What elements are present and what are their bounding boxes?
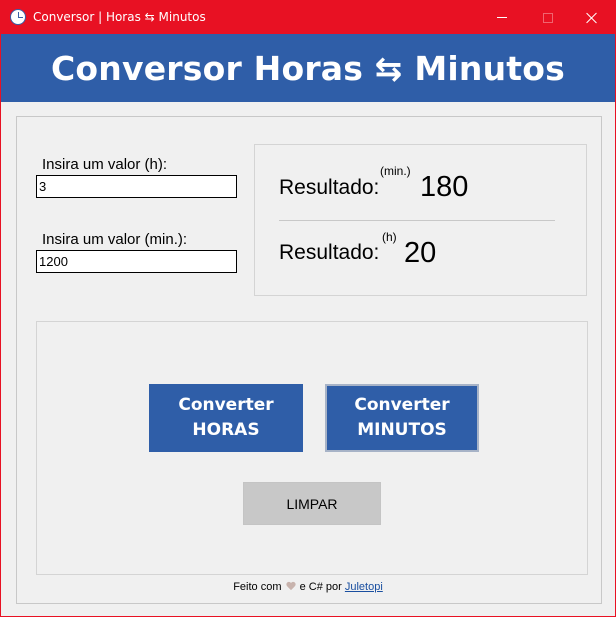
- title-bar[interactable]: Conversor | Horas ⇆ Minutos: [1, 1, 615, 34]
- minutes-result-unit: (min.): [380, 164, 411, 178]
- header-banner: Conversor Horas ⇆ Minutos: [1, 34, 615, 102]
- convert-hours-line2: HORAS: [192, 420, 260, 440]
- minutes-input[interactable]: [36, 250, 237, 273]
- window-title: Conversor | Horas ⇆ Minutos: [33, 10, 206, 24]
- minutes-result-value: 180: [420, 171, 469, 203]
- author-link[interactable]: Juletopi: [345, 581, 383, 593]
- footer: Feito com e C# por Juletopi: [1, 581, 615, 593]
- footer-text-before: Feito com: [233, 581, 282, 593]
- minutes-result-label: Resultado:: [279, 176, 380, 199]
- heart-icon: [286, 582, 296, 591]
- hours-result-value: 20: [404, 237, 437, 269]
- minutes-input-label: Insira um valor (min.):: [42, 231, 188, 248]
- app-window: Conversor | Horas ⇆ Minutos Conversor Ho…: [0, 0, 616, 617]
- close-icon: [586, 12, 598, 24]
- hours-input-label: Insira um valor (h):: [42, 156, 168, 173]
- page-title: Conversor Horas ⇆ Minutos: [51, 48, 565, 88]
- close-button[interactable]: [569, 1, 615, 34]
- convert-hours-button[interactable]: Converter HORAS: [149, 384, 303, 452]
- minimize-button[interactable]: [479, 1, 525, 34]
- convert-minutes-button[interactable]: Converter MINUTOS: [325, 384, 479, 452]
- button-panel: [36, 321, 588, 575]
- hours-result-label: Resultado:: [279, 241, 380, 264]
- maximize-icon: [543, 12, 553, 23]
- minimize-icon: [497, 17, 507, 18]
- convert-minutes-line2: MINUTOS: [357, 420, 447, 440]
- clear-button[interactable]: LIMPAR: [243, 482, 381, 525]
- hours-result-unit: (h): [382, 230, 397, 244]
- convert-minutes-line1: Converter: [354, 395, 450, 415]
- result-divider: [279, 220, 555, 221]
- convert-hours-line1: Converter: [178, 395, 274, 415]
- clock-icon: [10, 9, 26, 25]
- maximize-button[interactable]: [525, 1, 571, 34]
- hours-input[interactable]: [36, 175, 237, 198]
- footer-text-middle: e C# por: [299, 581, 342, 593]
